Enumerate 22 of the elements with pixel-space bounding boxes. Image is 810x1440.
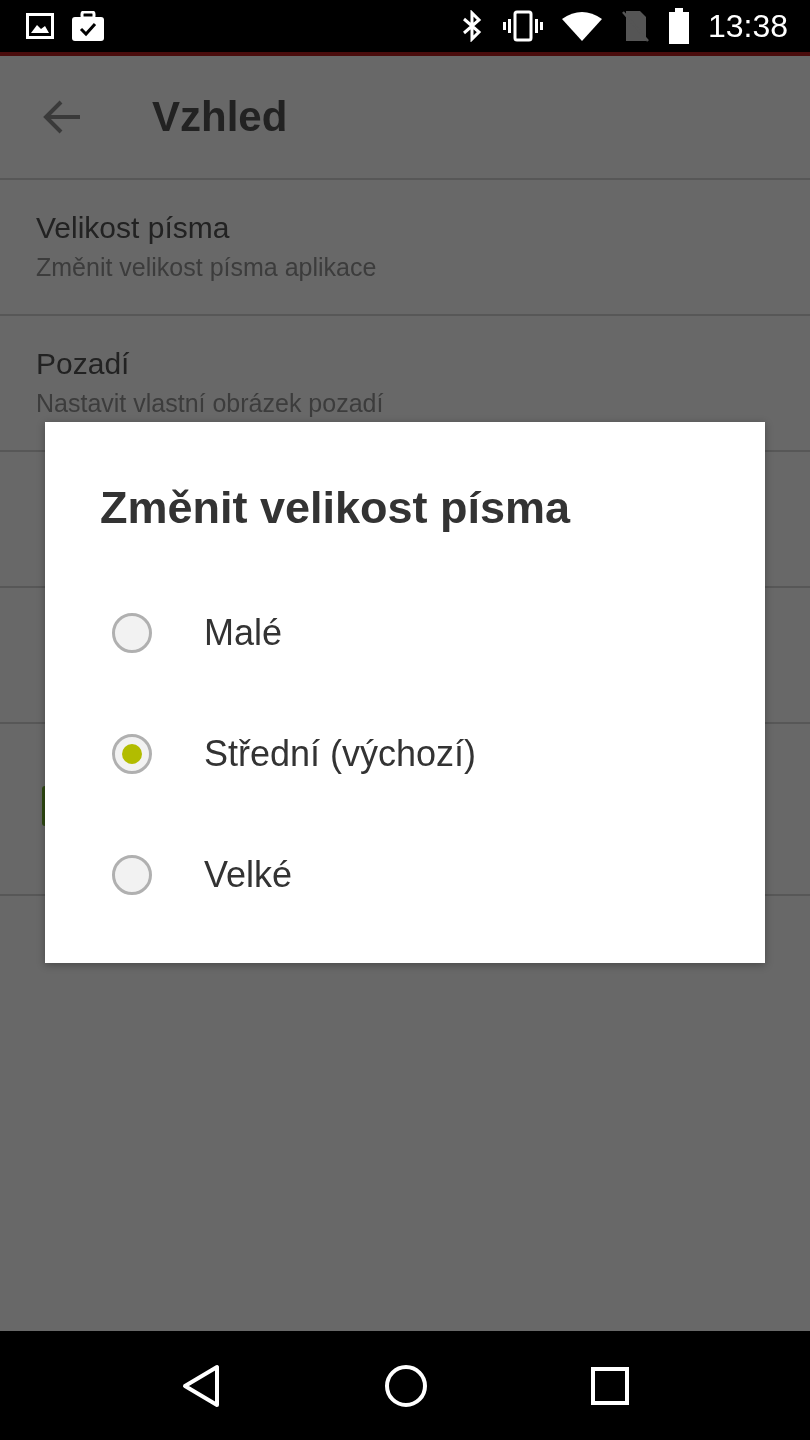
option-label[interactable]: Střední (výchozí) (204, 732, 477, 775)
setting-swatch (42, 786, 45, 826)
setting-title: Velikost písma (36, 210, 231, 246)
radio-button[interactable] (112, 733, 152, 774)
clock-time: 13:38 (707, 7, 788, 45)
back-icon[interactable] (181, 1363, 222, 1408)
screen-title: Vzhled (152, 93, 288, 141)
briefcase-check-icon (72, 11, 104, 41)
setting-title: Pozadí (36, 346, 131, 382)
vibrate-icon (501, 10, 544, 42)
battery-icon (667, 8, 690, 44)
image-icon (26, 13, 54, 39)
option-label[interactable]: Malé (204, 611, 283, 654)
home-icon[interactable] (384, 1363, 428, 1408)
dialog-title: Změnit velikost písma (99, 481, 572, 535)
option-label[interactable]: Velké (204, 853, 293, 896)
wifi-icon (561, 11, 602, 41)
no-sim-icon (619, 10, 650, 42)
back-arrow-icon[interactable] (42, 99, 82, 135)
radio-button[interactable] (112, 612, 152, 653)
radio-button[interactable] (112, 854, 152, 895)
recents-icon[interactable] (590, 1366, 629, 1405)
